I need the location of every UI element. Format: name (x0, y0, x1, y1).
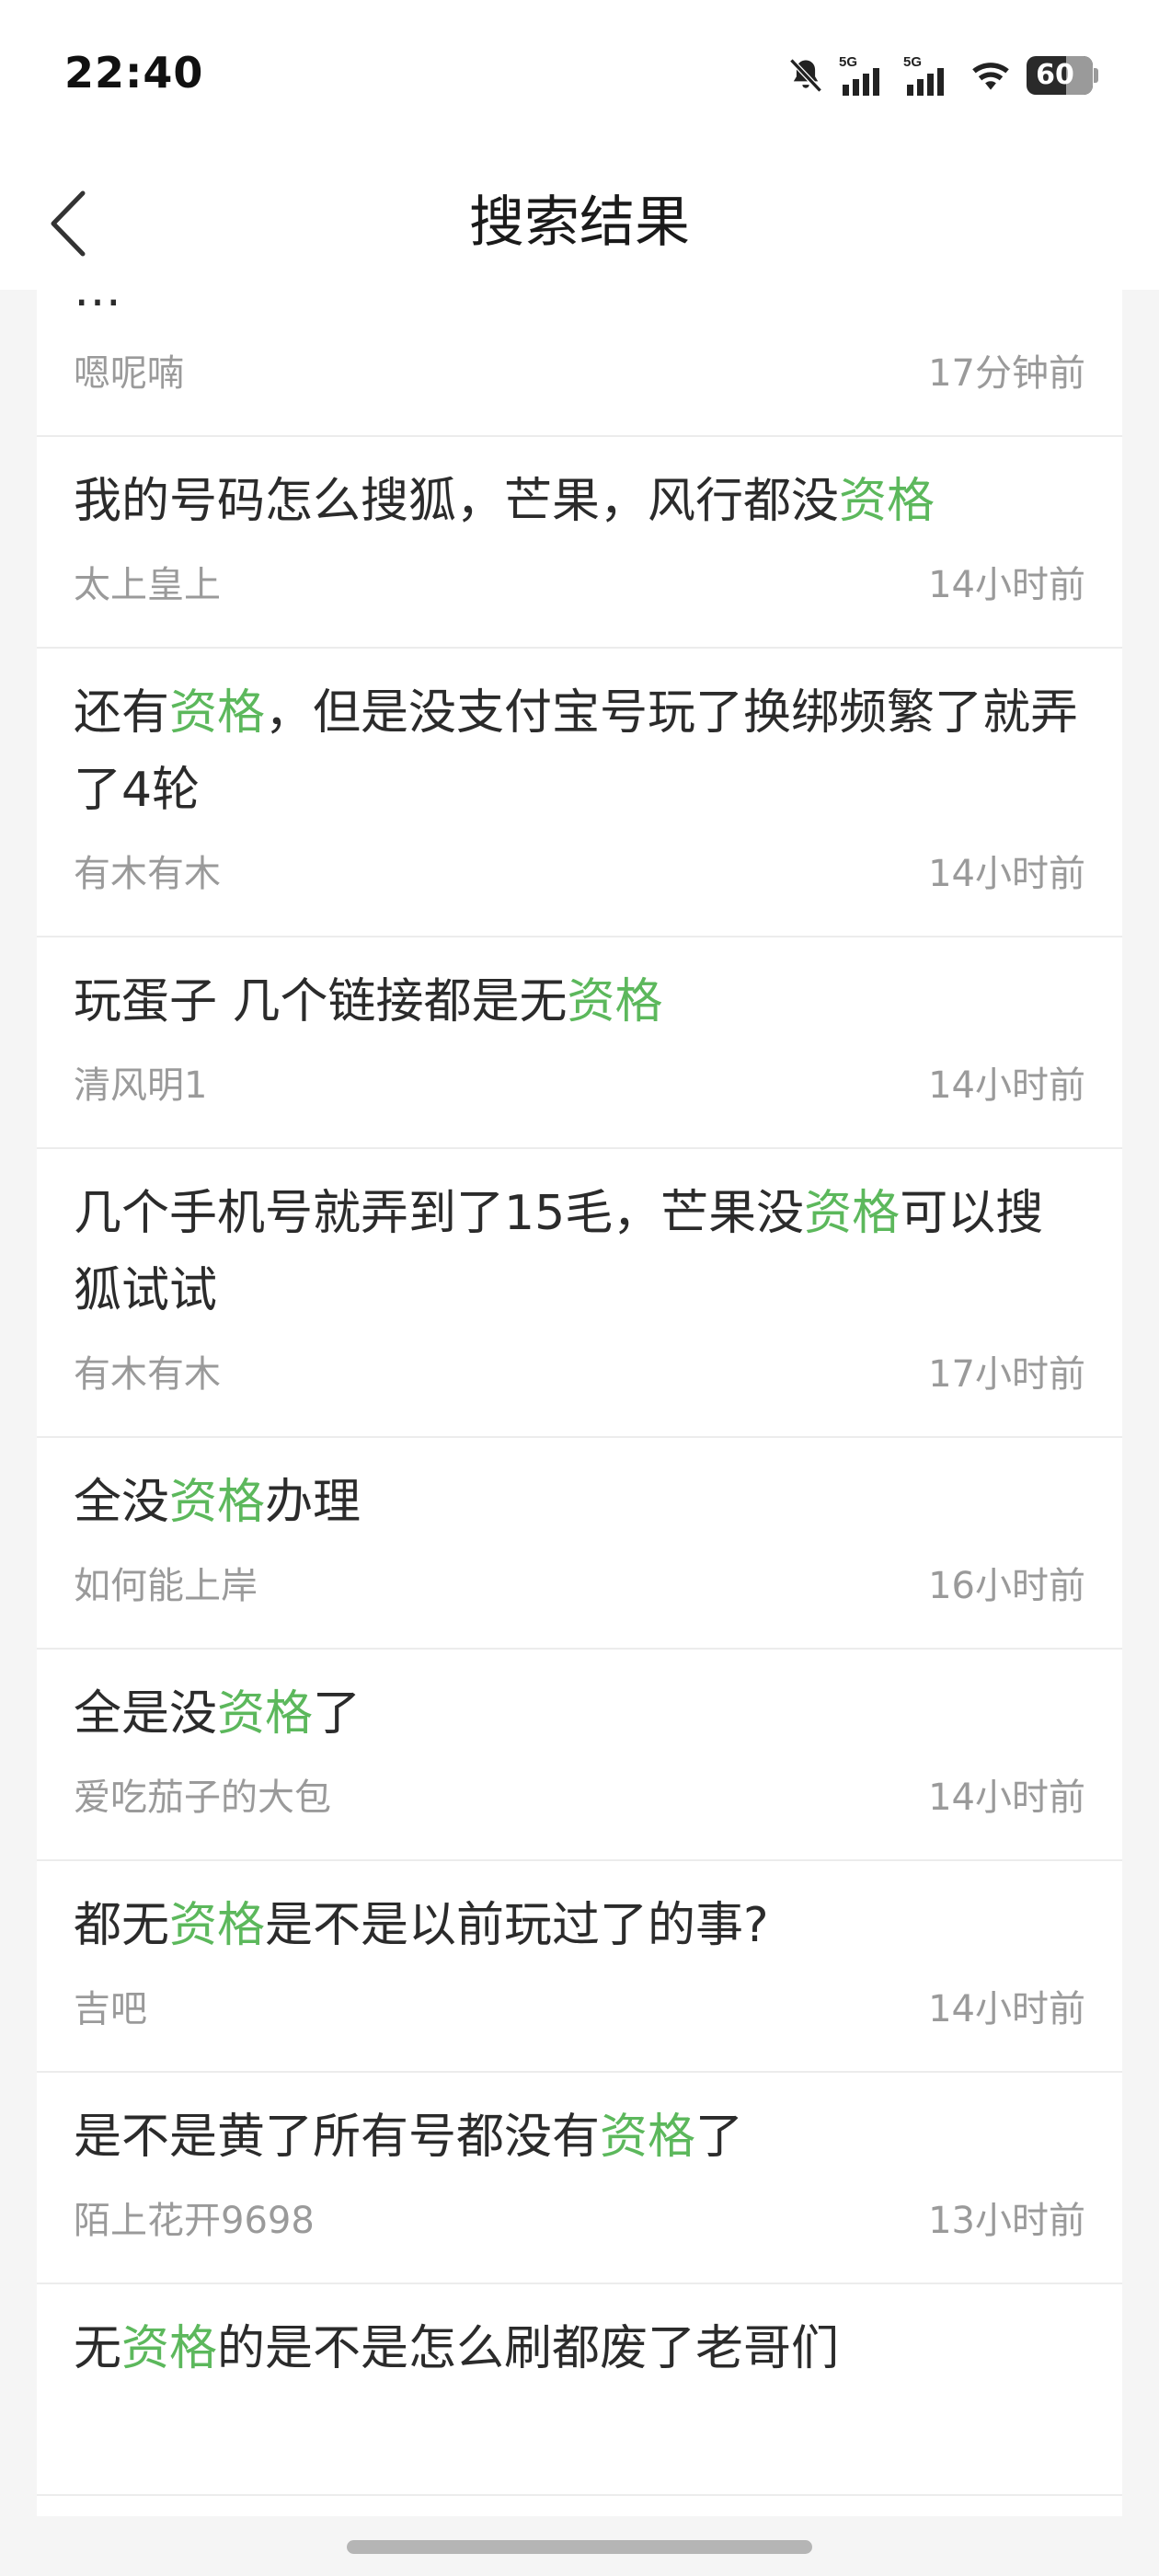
title-text: 还有 (74, 685, 170, 741)
search-result-item[interactable]: 玩蛋子 几个链接都是无资格清风明1 14小时前 (37, 937, 1122, 1149)
home-indicator[interactable] (347, 2540, 812, 2554)
cellular-signal-icon: 5G (839, 53, 890, 98)
result-author: 有木有木 (74, 853, 221, 895)
result-meta (74, 2387, 1085, 2494)
result-meta: 有木有木 17小时前 (74, 1329, 1085, 1436)
phone-screen: 22:40 5G 5G 60 搜索结果 … 嗯呢喃 17分钟前 我的号码怎么搜狐… (0, 0, 1159, 2576)
search-result-item[interactable]: 全是没资格了爱吃茄子的大包 14小时前 (37, 1650, 1122, 1861)
result-title: 无资格的是不是怎么刷都废了老哥们 (74, 2284, 1085, 2387)
search-result-item[interactable]: 还有资格，但是没支付宝号玩了换绑频繁了就弄了4轮有木有木 14小时前 (37, 649, 1122, 937)
navigation-header: 搜索结果 (0, 156, 1159, 290)
result-time: 14小时前 (928, 853, 1085, 895)
result-author: 如何能上岸 (74, 1565, 258, 1607)
title-text: 都无 (74, 1898, 170, 1953)
search-result-item[interactable]: 几个手机号就弄到了15毛，芒果没资格可以搜狐试试有木有木 17小时前 (37, 1149, 1122, 1438)
result-author: 爱吃茄子的大包 (74, 1777, 331, 1819)
result-meta: 爱吃茄子的大包 14小时前 (74, 1753, 1085, 1859)
search-result-item[interactable]: 我的号码怎么搜狐，芒果，风行都没资格太上皇上 14小时前 (37, 437, 1122, 649)
result-meta: 有木有木 14小时前 (74, 829, 1085, 936)
highlighted-keyword: 资格 (169, 1475, 266, 1530)
title-text: 是不是以前玩过了的事? (265, 1898, 769, 1953)
result-author: 太上皇上 (74, 564, 221, 606)
result-author: 吉吧 (74, 1988, 147, 2030)
network-label-2: 5G (903, 54, 922, 70)
result-meta: 陌上花开9698 13小时前 (74, 2176, 1085, 2283)
result-title: 我的号码怎么搜狐，芒果，风行都没资格 (74, 437, 1085, 540)
highlighted-keyword: 资格 (839, 474, 935, 529)
result-meta: 吉吧 14小时前 (74, 1964, 1085, 2071)
result-author: 陌上花开9698 (74, 2200, 315, 2242)
result-title: 还有资格，但是没支付宝号玩了换绑频繁了就弄了4轮 (74, 649, 1085, 829)
result-time: 14小时前 (928, 1777, 1085, 1819)
title-text: 了 (695, 2110, 744, 2165)
page-title: 搜索结果 (469, 190, 690, 255)
search-result-item[interactable]: 是不是黄了所有号都没有资格了陌上花开9698 13小时前 (37, 2073, 1122, 2284)
result-author: 嗯呢喃 (74, 352, 184, 395)
battery-icon: 60 (1027, 56, 1098, 95)
result-meta: 如何能上岸 16小时前 (74, 1541, 1085, 1648)
result-meta: 太上皇上 14小时前 (74, 540, 1085, 647)
title-text: 几个手机号就弄到了15毛，芒果没 (74, 1186, 805, 1241)
highlighted-keyword: 资格 (804, 1186, 901, 1241)
result-title: … (74, 290, 1085, 328)
title-text: 办理 (265, 1475, 361, 1530)
status-bar: 22:40 5G 5G 60 (0, 0, 1159, 156)
result-author: 有木有木 (74, 1353, 221, 1396)
title-text: 玩蛋子 几个链接都是无 (74, 974, 568, 1029)
result-time: 14小时前 (928, 1988, 1085, 2030)
highlighted-keyword: 资格 (169, 1898, 266, 1953)
title-text: 是不是黄了所有号都没有 (74, 2110, 601, 2165)
highlighted-keyword: 资格 (121, 2321, 218, 2376)
search-result-item[interactable]: 无资格的是不是怎么刷都废了老哥们 (37, 2284, 1122, 2496)
result-meta: 清风明1 14小时前 (74, 1041, 1085, 1147)
search-result-item[interactable]: … 嗯呢喃 17分钟前 (37, 290, 1122, 437)
battery-level: 60 (1036, 59, 1074, 91)
search-result-item[interactable]: 都无资格是不是以前玩过了的事? 吉吧 14小时前 (37, 1861, 1122, 2073)
result-title: 几个手机号就弄到了15毛，芒果没资格可以搜狐试试 (74, 1149, 1085, 1329)
highlighted-keyword: 资格 (567, 974, 663, 1029)
results-scroll-content: … 嗯呢喃 17分钟前 我的号码怎么搜狐，芒果，风行都没资格 太上皇上 14小时前 还有资格… (37, 290, 1122, 2496)
network-label-1: 5G (839, 54, 857, 70)
title-text: … (74, 290, 121, 317)
search-result-item[interactable]: 全没资格办理 如何能上岸 16小时前 (37, 1438, 1122, 1650)
title-text: 我的号码怎么搜狐，芒果，风行都没 (74, 474, 840, 529)
result-time: 13小时前 (928, 2200, 1085, 2242)
result-title: 全没资格办理 (74, 1438, 1085, 1541)
highlighted-keyword: 资格 (169, 685, 266, 741)
title-text: 全没 (74, 1475, 170, 1530)
result-title: 玩蛋子 几个链接都是无资格 (74, 937, 1085, 1041)
result-title: 是不是黄了所有号都没有资格了 (74, 2073, 1085, 2176)
result-time: 16小时前 (928, 1565, 1085, 1607)
result-time: 14小时前 (928, 564, 1085, 606)
highlighted-keyword: 资格 (217, 1686, 314, 1742)
title-text: 全是没 (74, 1686, 218, 1742)
result-time: 17小时前 (928, 1353, 1085, 1396)
result-meta: 嗯呢喃 17分钟前 (74, 328, 1085, 435)
status-icons: 5G 5G 60 (786, 52, 1098, 99)
bell-off-icon (786, 55, 826, 96)
result-title: 都无资格是不是以前玩过了的事? (74, 1861, 1085, 1964)
highlighted-keyword: 资格 (600, 2110, 696, 2165)
result-time: 14小时前 (928, 1064, 1085, 1107)
result-time: 17分钟前 (928, 352, 1085, 395)
search-results-list: … 嗯呢喃 17分钟前 我的号码怎么搜狐，芒果，风行都没资格 太上皇上 14小时前 还有资格… (37, 290, 1122, 2516)
result-author: 清风明1 (74, 1064, 208, 1107)
wifi-icon (968, 55, 1014, 96)
title-text: 的是不是怎么刷都废了老哥们 (217, 2321, 840, 2376)
title-text: 了 (313, 1686, 361, 1742)
result-title: 全是没资格了 (74, 1650, 1085, 1753)
title-text: 无 (74, 2321, 122, 2376)
cellular-signal-icon: 5G (903, 53, 955, 98)
status-time: 22:40 (64, 48, 204, 98)
